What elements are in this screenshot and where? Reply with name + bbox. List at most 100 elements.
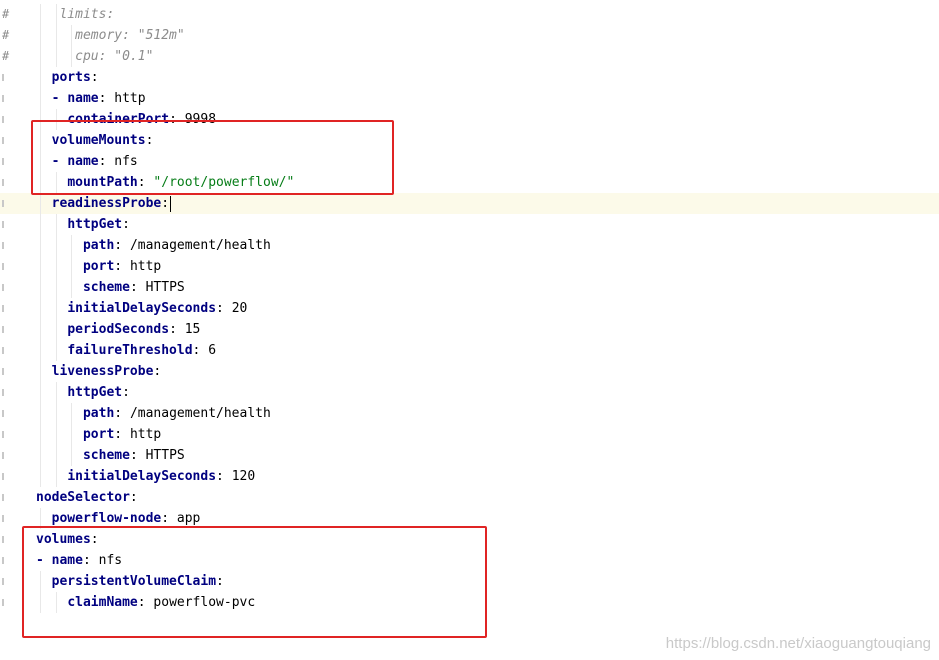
code-line[interactable]: failureThreshold: 6 [0, 340, 939, 361]
code-editor[interactable]: # limits: # memory: "512m" # cpu: "0.1" ports:… [0, 0, 939, 660]
code-text: scheme: HTTPS [83, 277, 185, 298]
gutter-tick-icon [2, 452, 4, 459]
gutter-tick-icon [2, 389, 4, 396]
token-val: 120 [231, 469, 256, 484]
indent-guide [40, 256, 41, 277]
gutter-tick-icon [2, 431, 4, 438]
token-colon: : [216, 301, 232, 316]
token-colon: : [161, 511, 177, 526]
gutter-tick-icon [2, 200, 4, 207]
indent-guide [40, 340, 41, 361]
indent-guide [40, 193, 41, 214]
token-key: scheme [82, 448, 130, 463]
token-comment: limits: [59, 7, 115, 22]
gutter-tick-icon [2, 305, 4, 312]
indent-guide [71, 424, 73, 445]
token-key: port [82, 427, 115, 442]
token-colon: : [169, 322, 185, 337]
indent-guide [40, 214, 41, 235]
token-key: scheme [82, 280, 130, 295]
indent-guide [55, 235, 57, 256]
token-colon: : [129, 448, 146, 463]
code-text: livenessProbe: [52, 361, 162, 382]
code-line[interactable]: readinessProbe: [0, 193, 939, 214]
code-line[interactable]: httpGet: [0, 214, 939, 235]
indent-guide [71, 25, 73, 46]
comment-marker: # [2, 49, 10, 63]
gutter-tick-icon [2, 95, 4, 102]
indent-guide [55, 214, 57, 235]
token-val: http [129, 427, 162, 442]
code-line[interactable]: # cpu: "0.1" [0, 46, 939, 67]
code-line[interactable]: port: http [0, 424, 939, 445]
gutter-tick-icon [2, 494, 4, 501]
code-line[interactable]: livenessProbe: [0, 361, 939, 382]
code-line[interactable]: port: http [0, 256, 939, 277]
token-colon: : [114, 427, 130, 442]
token-colon: : [98, 91, 115, 106]
token-val: http [129, 259, 162, 274]
indent-guide [40, 25, 41, 46]
code-line[interactable]: initialDelaySeconds: 20 [0, 298, 939, 319]
code-text: initialDelaySeconds: 120 [67, 466, 255, 487]
token-val: /management/health [129, 406, 271, 421]
token-comment: memory: "512m" [75, 28, 185, 43]
token-colon: : [114, 259, 130, 274]
indent-guide [55, 424, 57, 445]
code-text: cpu: "0.1" [75, 46, 153, 67]
code-text: port: http [83, 256, 161, 277]
token-comment: cpu: "0.1" [75, 49, 154, 64]
comment-marker: # [2, 7, 10, 21]
code-line[interactable]: path: /management/health [0, 235, 939, 256]
code-line[interactable]: nodeSelector: [0, 487, 939, 508]
code-line[interactable]: httpGet: [0, 382, 939, 403]
gutter-tick-icon [2, 599, 4, 606]
code-text: - name: http [52, 88, 146, 109]
code-text: ports: [52, 67, 99, 88]
code-line[interactable]: periodSeconds: 15 [0, 319, 939, 340]
token-key: periodSeconds [67, 322, 170, 337]
code-line[interactable]: # memory: "512m" [0, 25, 939, 46]
code-text: path: /management/health [83, 403, 271, 424]
gutter-tick-icon [2, 368, 4, 375]
indent-guide [55, 256, 57, 277]
code-line[interactable]: scheme: HTTPS [0, 445, 939, 466]
code-text: limits: [59, 4, 114, 25]
code-line[interactable]: ports: [0, 67, 939, 88]
code-text: port: http [83, 424, 161, 445]
token-key: powerflow-node [51, 511, 162, 526]
code-line[interactable]: path: /management/health [0, 403, 939, 424]
indent-guide [40, 382, 41, 403]
indent-guide [40, 466, 41, 487]
gutter-tick-icon [2, 557, 4, 564]
token-colon: : [192, 343, 209, 358]
token-key: path [82, 406, 115, 421]
code-line[interactable]: scheme: HTTPS [0, 277, 939, 298]
code-text: httpGet: [67, 214, 130, 235]
comment-marker: # [2, 28, 10, 42]
token-colon: : [129, 490, 138, 505]
code-text: scheme: HTTPS [83, 445, 185, 466]
indent-guide [55, 25, 57, 46]
indent-guide [40, 424, 41, 445]
code-text: failureThreshold: 6 [67, 340, 216, 361]
gutter-tick-icon [2, 179, 4, 186]
indent-guide [71, 403, 73, 424]
indent-guide [55, 298, 57, 319]
token-key: nodeSelector [36, 490, 130, 505]
token-val: HTTPS [145, 448, 185, 463]
indent-guide [55, 46, 57, 67]
indent-guide [55, 382, 57, 403]
indent-guide [40, 319, 41, 340]
indent-guide [71, 445, 73, 466]
code-line[interactable]: initialDelaySeconds: 120 [0, 466, 939, 487]
token-val: HTTPS [145, 280, 185, 295]
indent-guide [40, 361, 41, 382]
gutter-tick-icon [2, 410, 4, 417]
code-line[interactable]: # limits: [0, 4, 939, 25]
token-key: ports [51, 70, 91, 85]
token-key: name [67, 91, 99, 106]
indent-guide [40, 67, 41, 88]
watermark-text: https://blog.csdn.net/xiaoguangtouqiang [665, 635, 931, 652]
code-line[interactable]: - name: http [0, 88, 939, 109]
